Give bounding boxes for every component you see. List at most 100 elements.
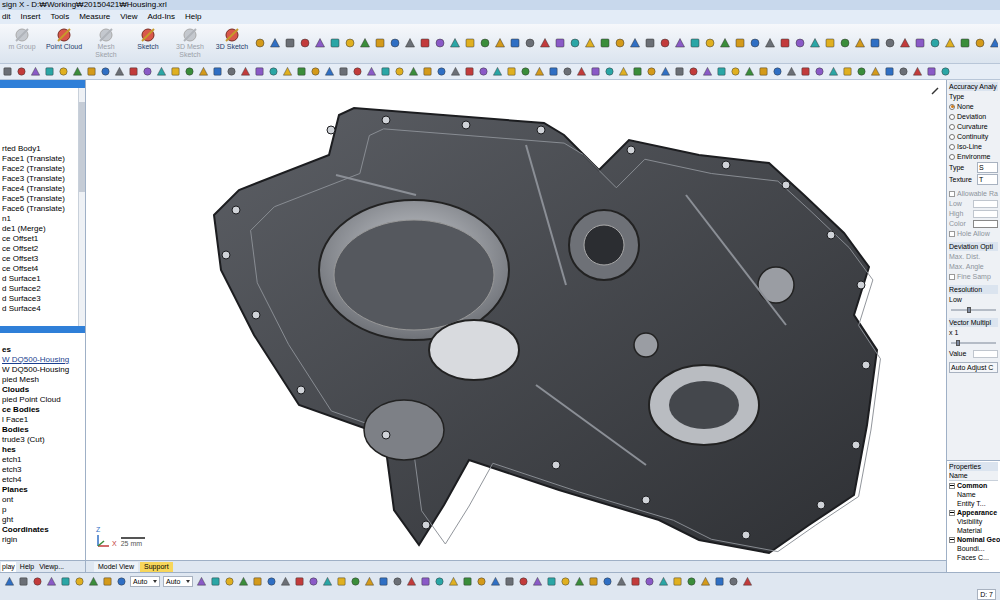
tool-icon[interactable]	[734, 37, 746, 49]
tool-icon[interactable]	[58, 66, 69, 77]
tool-icon[interactable]	[86, 66, 97, 77]
radio-button[interactable]	[949, 114, 955, 120]
property-row[interactable]: Visibility	[949, 517, 998, 526]
tree-item[interactable]: ce Bodies	[0, 405, 85, 415]
tool-icon[interactable]	[226, 66, 237, 77]
tool-icon[interactable]	[630, 576, 641, 587]
tool-icon[interactable]	[462, 576, 473, 587]
tree-item[interactable]: n1	[0, 214, 78, 224]
tool-icon[interactable]	[702, 66, 713, 77]
tool-icon[interactable]	[884, 37, 896, 49]
checkbox[interactable]	[949, 231, 955, 237]
tool-icon[interactable]	[240, 66, 251, 77]
tool-icon[interactable]	[884, 66, 895, 77]
tool-icon[interactable]	[672, 576, 683, 587]
tool-icon[interactable]	[912, 66, 923, 77]
tool-icon[interactable]	[476, 576, 487, 587]
tool-icon[interactable]	[814, 66, 825, 77]
tool-icon[interactable]	[899, 37, 911, 49]
panel-tab[interactable]: Viewp...	[38, 562, 65, 572]
property-group-header[interactable]: Nominal Geo	[949, 535, 998, 544]
tool-icon[interactable]	[764, 37, 776, 49]
tool-icon[interactable]	[644, 576, 655, 587]
tool-icon[interactable]	[436, 66, 447, 77]
panel-tab[interactable]: Help	[19, 562, 35, 572]
tool-icon[interactable]	[494, 37, 506, 49]
tool-icon[interactable]	[546, 576, 557, 587]
tool-icon[interactable]	[562, 66, 573, 77]
tool-icon[interactable]	[614, 37, 626, 49]
menu-item[interactable]: Add-Ins	[147, 11, 175, 23]
tool-icon[interactable]	[329, 37, 341, 49]
tool-icon[interactable]	[352, 66, 363, 77]
dropdown[interactable]: Auto	[163, 576, 193, 587]
tool-icon[interactable]	[420, 576, 431, 587]
tree-item[interactable]: ght	[0, 515, 85, 525]
analysis-option[interactable]: Deviation	[949, 112, 998, 121]
menu-item[interactable]: Insert	[20, 11, 40, 23]
tool-icon[interactable]	[419, 37, 431, 49]
tool-icon[interactable]	[749, 37, 761, 49]
tool-icon[interactable]	[350, 576, 361, 587]
tool-icon[interactable]	[744, 66, 755, 77]
property-group-header[interactable]: Appearance	[949, 508, 998, 517]
tree-item[interactable]: d Surface4	[0, 304, 78, 314]
tool-icon[interactable]	[296, 66, 307, 77]
tool-icon[interactable]	[742, 576, 753, 587]
tool-icon[interactable]	[518, 576, 529, 587]
tool-icon[interactable]	[380, 66, 391, 77]
tool-icon[interactable]	[870, 66, 881, 77]
tool-icon[interactable]	[779, 37, 791, 49]
tool-icon[interactable]	[359, 37, 371, 49]
tool-icon[interactable]	[520, 66, 531, 77]
tool-icon[interactable]	[88, 576, 99, 587]
analysis-option[interactable]: Environme	[949, 152, 998, 161]
tree-item[interactable]: Face1 (Translate)	[0, 154, 78, 164]
tool-icon[interactable]	[839, 37, 851, 49]
tool-icon[interactable]	[688, 66, 699, 77]
tool-icon[interactable]	[974, 37, 986, 49]
menu-item[interactable]: Help	[185, 11, 201, 23]
viewport-tab[interactable]: Support	[140, 562, 173, 572]
radio-button[interactable]	[949, 144, 955, 150]
tree-item[interactable]: etch1	[0, 455, 85, 465]
tool-icon[interactable]	[464, 66, 475, 77]
tool-icon[interactable]	[524, 37, 536, 49]
property-group-header[interactable]: Common	[949, 481, 998, 490]
housing-model-icon[interactable]	[86, 80, 946, 560]
tool-icon[interactable]	[704, 37, 716, 49]
tool-icon[interactable]	[758, 66, 769, 77]
tree-item[interactable]: Face3 (Translate)	[0, 174, 78, 184]
tool-icon[interactable]	[659, 37, 671, 49]
tool-icon[interactable]	[646, 66, 657, 77]
tool-icon[interactable]	[714, 576, 725, 587]
tool-icon[interactable]	[828, 66, 839, 77]
tool-icon[interactable]	[772, 66, 783, 77]
ribbon-button[interactable]: Sketch	[128, 27, 168, 51]
tool-icon[interactable]	[18, 576, 29, 587]
tool-icon[interactable]	[254, 37, 266, 49]
tool-icon[interactable]	[548, 66, 559, 77]
panel-tab[interactable]: play	[1, 562, 16, 572]
ribbon-button[interactable]: 3D Sketch	[212, 27, 252, 51]
tree-item[interactable]: Face2 (Translate)	[0, 164, 78, 174]
tool-icon[interactable]	[392, 576, 403, 587]
tool-icon[interactable]	[142, 66, 153, 77]
property-row[interactable]: Entity T...	[949, 499, 998, 508]
tool-icon[interactable]	[824, 37, 836, 49]
tree-item[interactable]: ce Offset3	[0, 254, 78, 264]
tool-icon[interactable]	[254, 66, 265, 77]
tool-icon[interactable]	[674, 66, 685, 77]
tool-icon[interactable]	[322, 576, 333, 587]
tool-icon[interactable]	[464, 37, 476, 49]
property-row[interactable]: Faces C...	[949, 553, 998, 562]
radio-button[interactable]	[949, 134, 955, 140]
tool-icon[interactable]	[238, 576, 249, 587]
tool-icon[interactable]	[448, 576, 459, 587]
tool-icon[interactable]	[539, 37, 551, 49]
tool-icon[interactable]	[280, 576, 291, 587]
ribbon-button[interactable]: Point Cloud	[44, 27, 84, 51]
tool-icon[interactable]	[492, 66, 503, 77]
scrollbar[interactable]	[78, 88, 85, 326]
radio-button[interactable]	[949, 104, 955, 110]
